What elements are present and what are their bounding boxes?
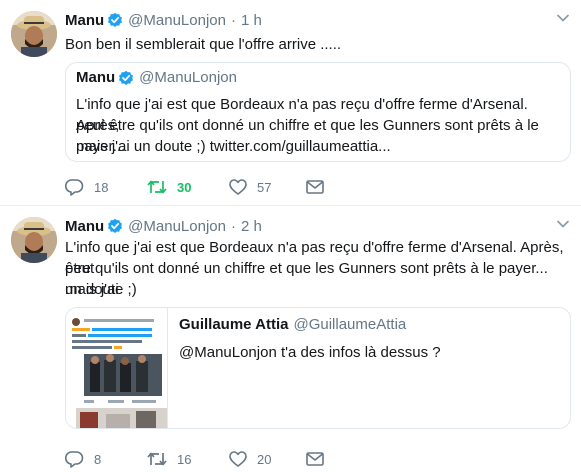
- quote-author-handle: @GuillaumeAttia: [293, 316, 407, 333]
- author-name[interactable]: Manu: [65, 218, 104, 235]
- like-button[interactable]: 57: [229, 176, 271, 198]
- chevron-down-icon[interactable]: [557, 220, 569, 228]
- quoted-media-thumbnail[interactable]: [66, 308, 168, 428]
- avatar-image: [11, 11, 57, 57]
- direct-message-button[interactable]: [306, 176, 324, 198]
- verified-badge-icon: [108, 218, 123, 233]
- direct-message-button[interactable]: [306, 448, 324, 470]
- avatar[interactable]: [11, 217, 57, 263]
- quote-text-line-3: mais j'ai un doute ;) twitter.com/guilla…: [76, 138, 391, 155]
- author-handle[interactable]: @ManuLonjon: [128, 12, 226, 29]
- quoted-tweet[interactable]: Guillaume Attia @GuillaumeAttia @ManuLon…: [65, 307, 571, 429]
- like-count: 57: [257, 179, 272, 195]
- like-icon: [229, 451, 247, 467]
- reply-icon: [65, 451, 84, 468]
- tweet-text: Bon ben il semblerait que l'offre arrive…: [65, 36, 342, 53]
- quote-author-name: Guillaume Attia: [179, 316, 289, 333]
- retweet-count: 16: [177, 451, 192, 467]
- quote-author-name: Manu: [76, 69, 116, 86]
- reply-icon: [65, 179, 84, 196]
- chevron-down-icon[interactable]: [557, 14, 569, 22]
- tweet-text-line-3: un doute ;): [65, 281, 137, 298]
- quoted-tweet[interactable]: Manu @ManuLonjon L'info que j'ai est que…: [65, 62, 571, 162]
- retweet-icon: [147, 452, 167, 466]
- like-button[interactable]: 20: [229, 448, 271, 470]
- tweet-header: Manu @ManuLonjon · 1 h: [65, 10, 262, 30]
- verified-badge-icon: [108, 12, 123, 27]
- reply-count: 18: [94, 179, 109, 195]
- like-count: 20: [257, 451, 272, 467]
- tweet-1[interactable]: Manu @ManuLonjon · 1 h Bon ben il semble…: [0, 0, 581, 206]
- retweet-icon: [147, 180, 167, 194]
- reply-button[interactable]: 8: [65, 448, 101, 470]
- direct-message-icon: [306, 452, 324, 466]
- quote-author-handle: @ManuLonjon: [139, 69, 237, 86]
- separator-dot: ·: [230, 11, 236, 29]
- screenshot-thumbnail: [66, 308, 167, 428]
- timestamp[interactable]: 2 h: [241, 218, 262, 235]
- avatar-image: [11, 217, 57, 263]
- retweet-button[interactable]: 30: [147, 176, 191, 198]
- quote-header: Manu @ManuLonjon: [76, 69, 237, 86]
- verified-badge-icon: [119, 70, 134, 85]
- author-handle[interactable]: @ManuLonjon: [128, 218, 226, 235]
- reply-count: 8: [94, 451, 102, 467]
- tweet-header: Manu @ManuLonjon · 2 h: [65, 216, 262, 236]
- retweet-button[interactable]: 16: [147, 448, 191, 470]
- author-name[interactable]: Manu: [65, 12, 104, 29]
- reply-button[interactable]: 18: [65, 176, 108, 198]
- quote-text: @ManuLonjon t'a des infos là dessus ?: [179, 344, 441, 361]
- tweet-text-line-2: être qu'ils ont donné un chiffre et que …: [65, 260, 548, 298]
- timestamp[interactable]: 1 h: [241, 12, 262, 29]
- avatar[interactable]: [11, 11, 57, 57]
- tweet-2[interactable]: Manu @ManuLonjon · 2 h L'info que j'ai e…: [0, 206, 581, 472]
- direct-message-icon: [306, 180, 324, 194]
- like-icon: [229, 179, 247, 195]
- quote-header: Guillaume Attia @GuillaumeAttia: [179, 316, 406, 333]
- retweet-count: 30: [177, 179, 192, 195]
- separator-dot: ·: [230, 217, 236, 235]
